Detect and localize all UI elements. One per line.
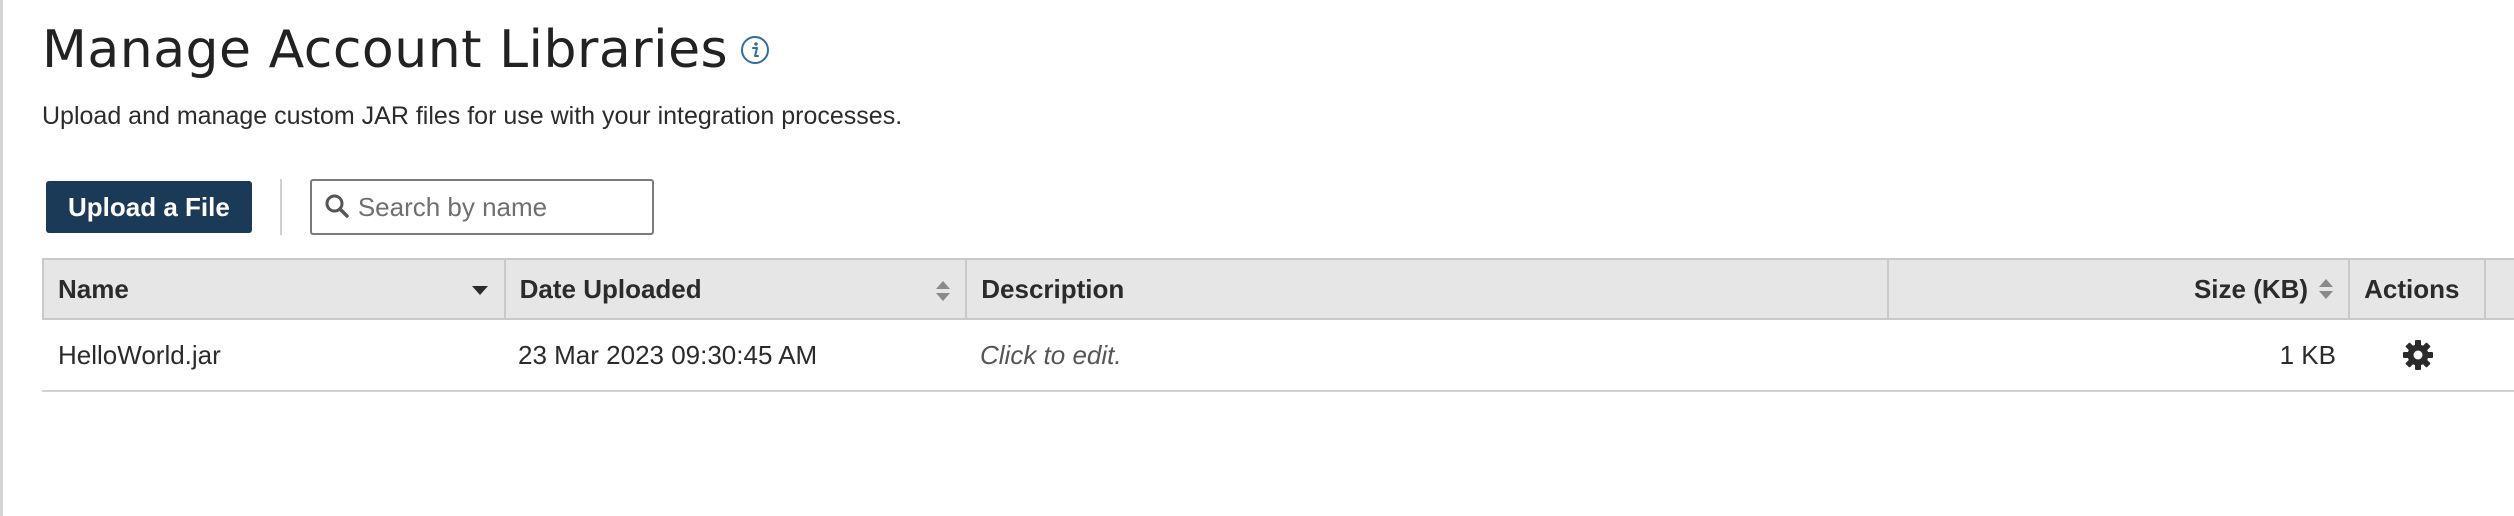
- toolbar: Upload a File: [46, 179, 654, 235]
- column-header-label: Size (KB): [2193, 273, 2309, 304]
- cell-actions: [2350, 320, 2486, 390]
- column-header-label: Name: [58, 273, 129, 304]
- libraries-table: Name Date Uploaded Description Size (KB): [42, 258, 2514, 392]
- cell-description[interactable]: Click to edit.: [966, 320, 1889, 390]
- cell-size: 1 KB: [2279, 339, 2336, 370]
- sort-icon: [2319, 279, 2334, 299]
- page-subtitle: Upload and manage custom JAR files for u…: [42, 102, 903, 130]
- column-header-spacer: [2486, 260, 2514, 318]
- upload-file-button[interactable]: Upload a File: [46, 181, 252, 233]
- table-header: Name Date Uploaded Description Size (KB): [42, 258, 2514, 320]
- gear-icon[interactable]: [2402, 339, 2434, 371]
- cell-date-uploaded: 23 Mar 2023 09:30:45 AM: [518, 339, 818, 370]
- manage-libraries-page: Manage Account Libraries Upload and mana…: [42, 0, 2514, 516]
- column-header-name[interactable]: Name: [44, 260, 506, 318]
- info-icon[interactable]: [740, 35, 770, 65]
- search-icon: [325, 194, 349, 218]
- search-input[interactable]: [357, 181, 646, 233]
- column-header-label: Actions: [2364, 273, 2460, 304]
- cell-name: HelloWorld.jar: [58, 339, 221, 370]
- column-header-size[interactable]: Size (KB): [1889, 260, 2351, 318]
- column-header-label: Description: [981, 273, 1125, 304]
- toolbar-divider: [279, 179, 282, 235]
- column-header-label: Date Uploaded: [519, 273, 702, 304]
- search-box[interactable]: [309, 179, 654, 235]
- table-row[interactable]: HelloWorld.jar 23 Mar 2023 09:30:45 AM C…: [42, 320, 2514, 392]
- title-row: Manage Account Libraries: [42, 14, 770, 86]
- column-header-date-uploaded[interactable]: Date Uploaded: [506, 260, 968, 318]
- page-title: Manage Account Libraries: [42, 20, 729, 80]
- sort-descending-icon: [471, 286, 488, 295]
- left-border: [0, 0, 3, 516]
- sort-icon: [936, 281, 951, 301]
- column-header-description: Description: [967, 260, 1890, 318]
- column-header-actions: Actions: [2350, 260, 2486, 318]
